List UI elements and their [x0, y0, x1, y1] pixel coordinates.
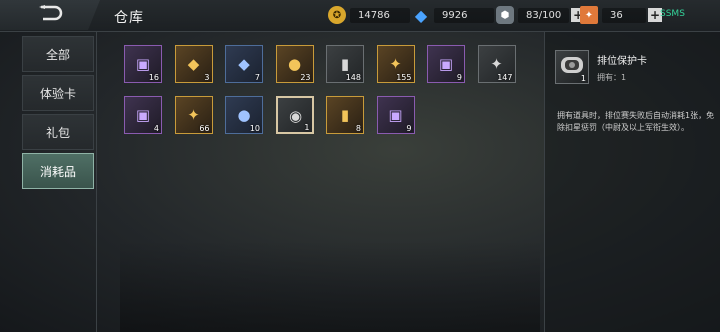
tab-all[interactable]: 全部: [22, 36, 94, 72]
inventory-item[interactable]: ◆ 7: [225, 45, 263, 83]
page-title: 仓库: [114, 10, 144, 26]
inventory-item[interactable]: ✦ 155: [376, 45, 415, 83]
diamond-resource: ◆ 9926: [412, 5, 494, 25]
inventory-item[interactable]: ● 10: [225, 96, 263, 134]
ticket-value: 36: [602, 7, 646, 23]
item-count: 4: [153, 124, 159, 133]
sidebar-divider: [96, 32, 97, 332]
item-count: 1: [304, 123, 310, 132]
detail-item-name: 排位保护卡: [597, 56, 647, 67]
diamond-value: 9926: [434, 7, 494, 23]
gold-coin-icon: ✪: [328, 6, 346, 24]
ticket-resource: ✦ 36 +: [580, 6, 662, 24]
inventory-item[interactable]: ✦ 147: [477, 45, 516, 83]
inventory-item[interactable]: ◉ 1: [275, 96, 314, 134]
item-count: 10: [249, 124, 260, 133]
detail-item-description: 拥有道具时，排位赛失败后自动消耗1张，免除扣星惩罚（中尉及以上军衔生效）。: [557, 111, 715, 132]
gold-value: 14786: [350, 7, 410, 23]
top-bar: 仓库 ✪ 14786 ◆ 9926 ⬢ 83/100 + ✦ 36 + SSMS: [0, 0, 720, 32]
inventory-item[interactable]: ▣ 9: [376, 96, 415, 134]
agreement-diamond-icon: ◆: [238, 55, 250, 73]
inventory-item[interactable]: ▣ 9: [427, 45, 465, 83]
inventory-item[interactable]: ● 23: [275, 45, 314, 83]
rank-card-icon: ▣: [438, 55, 454, 73]
inventory-grid: ▣ 16 ◆ 3 ◆ 7 ● 23 ▮ 148 ✦ 155 ▣ 9 ✦ 147 ▣ 4 ✦ 66 ● 10 ◉ 1 ▮ 8 ▣ 9: [124, 45, 534, 134]
inventory-item[interactable]: ▣ 4: [124, 96, 162, 134]
walkie-talkie-icon: ▮: [340, 106, 350, 124]
rank-card-icon: ▣: [388, 106, 403, 124]
background-ruins: [120, 240, 540, 332]
item-count: 9: [406, 124, 412, 133]
item-count: 155: [396, 73, 412, 82]
item-count: 23: [300, 73, 311, 82]
inventory-item[interactable]: ◆ 3: [174, 45, 213, 83]
item-count: 16: [148, 73, 159, 82]
item-count: 3: [204, 73, 210, 82]
signal-indicator: SSMS: [660, 9, 685, 19]
tab-consumables[interactable]: 消耗品: [22, 153, 94, 189]
item-count: 9: [456, 73, 462, 82]
item-count: 148: [345, 73, 361, 82]
item-detail-panel: 1 排位保护卡 拥有：1 拥有道具时，排位赛失败后自动消耗1张，免除扣星惩罚（中…: [544, 32, 720, 332]
rank-card-icon: ▣: [135, 106, 151, 124]
crystal-icon: ⬢: [496, 6, 514, 24]
inventory-item[interactable]: ▮ 148: [326, 45, 364, 83]
back-button[interactable]: [0, 0, 100, 30]
category-sidebar: 全部 体验卡 礼包 消耗品: [22, 36, 94, 192]
item-count: 66: [199, 124, 210, 133]
agreement-diamond-icon: ◆: [187, 55, 200, 73]
tab-gift-pack[interactable]: 礼包: [22, 114, 94, 150]
inventory-item[interactable]: ▮ 8: [326, 96, 364, 134]
diamond-icon: ◆: [414, 5, 428, 25]
detail-item-icon: 1: [555, 50, 589, 84]
item-count: 147: [497, 73, 513, 82]
detail-item-owned: 拥有：1: [597, 73, 627, 82]
inventory-item[interactable]: ✦ 66: [174, 96, 213, 134]
item-count: 8: [355, 124, 361, 133]
back-arrow-icon: [37, 5, 63, 25]
inventory-item[interactable]: ▣ 16: [124, 45, 162, 83]
ticket-icon: ✦: [580, 6, 598, 24]
crystal-value: 83/100: [518, 7, 570, 23]
crystal-resource: ⬢ 83/100 +: [496, 6, 586, 24]
detail-item-count: 1: [580, 74, 586, 83]
item-count: 7: [254, 73, 260, 82]
gold-resource: ✪ 14786: [328, 6, 410, 24]
tab-trial-card[interactable]: 体验卡: [22, 75, 94, 111]
